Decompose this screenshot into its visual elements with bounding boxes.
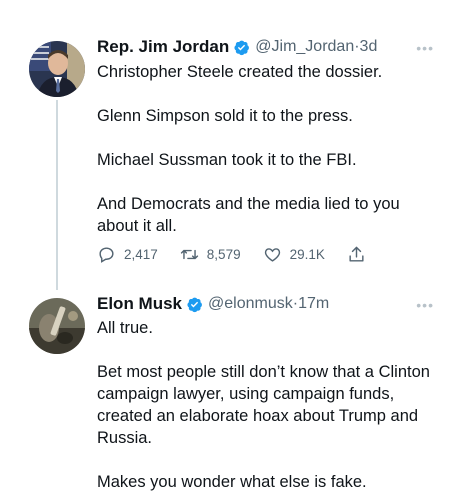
tweet-jim-jordan[interactable]: Rep. Jim Jordan @Jim_Jordan · 3d ••• Chr…	[0, 0, 454, 290]
tweet-header: Elon Musk @elonmusk · 17m	[97, 294, 329, 314]
like-count: 29.1K	[289, 246, 325, 262]
more-icon[interactable]: •••	[416, 297, 434, 313]
avatar-jim-jordan[interactable]	[29, 41, 85, 97]
verified-icon	[187, 297, 202, 312]
tweet-header: Rep. Jim Jordan @Jim_Jordan · 3d	[97, 37, 377, 57]
more-icon[interactable]: •••	[416, 40, 434, 56]
tweet-elon-musk[interactable]: Elon Musk @elonmusk · 17m ••• All true. …	[0, 290, 454, 500]
tweet-actions: 2,417 8,579 29.1K	[97, 243, 396, 265]
like-icon	[264, 247, 280, 262]
avatar-image	[29, 41, 85, 97]
thread-line	[56, 100, 58, 290]
verified-icon	[234, 40, 250, 55]
avatar-elon-musk[interactable]	[29, 298, 85, 354]
tweet-text: All true. Bet most people still don’t kn…	[97, 317, 437, 493]
tweet-paragraph: Bet most people still don’t know that a …	[97, 363, 430, 447]
reply-count: 2,417	[124, 246, 158, 262]
author-name[interactable]: Rep. Jim Jordan	[97, 37, 229, 57]
timestamp[interactable]: 3d	[360, 38, 378, 56]
avatar-image	[29, 298, 85, 354]
tweet-paragraph: Glenn Simpson sold it to the press.	[97, 107, 353, 125]
reply-icon	[99, 246, 114, 263]
tweet-paragraph: Christopher Steele created the dossier.	[97, 63, 383, 81]
retweet-button[interactable]: 8,579	[180, 245, 241, 264]
tweet-paragraph: All true.	[97, 319, 153, 337]
timestamp[interactable]: 17m	[298, 295, 329, 313]
author-name[interactable]: Elon Musk	[97, 294, 182, 314]
author-handle[interactable]: @elonmusk	[208, 295, 293, 313]
retweet-count: 8,579	[206, 246, 241, 262]
tweet-text: Christopher Steele created the dossier. …	[97, 61, 437, 237]
tweet-paragraph: And Democrats and the media lied to you …	[97, 195, 400, 235]
author-handle[interactable]: @Jim_Jordan	[255, 38, 354, 56]
retweet-icon	[180, 249, 198, 259]
like-button[interactable]: 29.1K	[263, 245, 325, 264]
tweet-paragraph: Michael Sussman took it to the FBI.	[97, 151, 357, 169]
tweet-paragraph: Makes you wonder what else is fake.	[97, 473, 367, 491]
share-button[interactable]	[347, 245, 374, 264]
reply-button[interactable]: 2,417	[97, 245, 158, 264]
share-icon	[349, 246, 364, 262]
